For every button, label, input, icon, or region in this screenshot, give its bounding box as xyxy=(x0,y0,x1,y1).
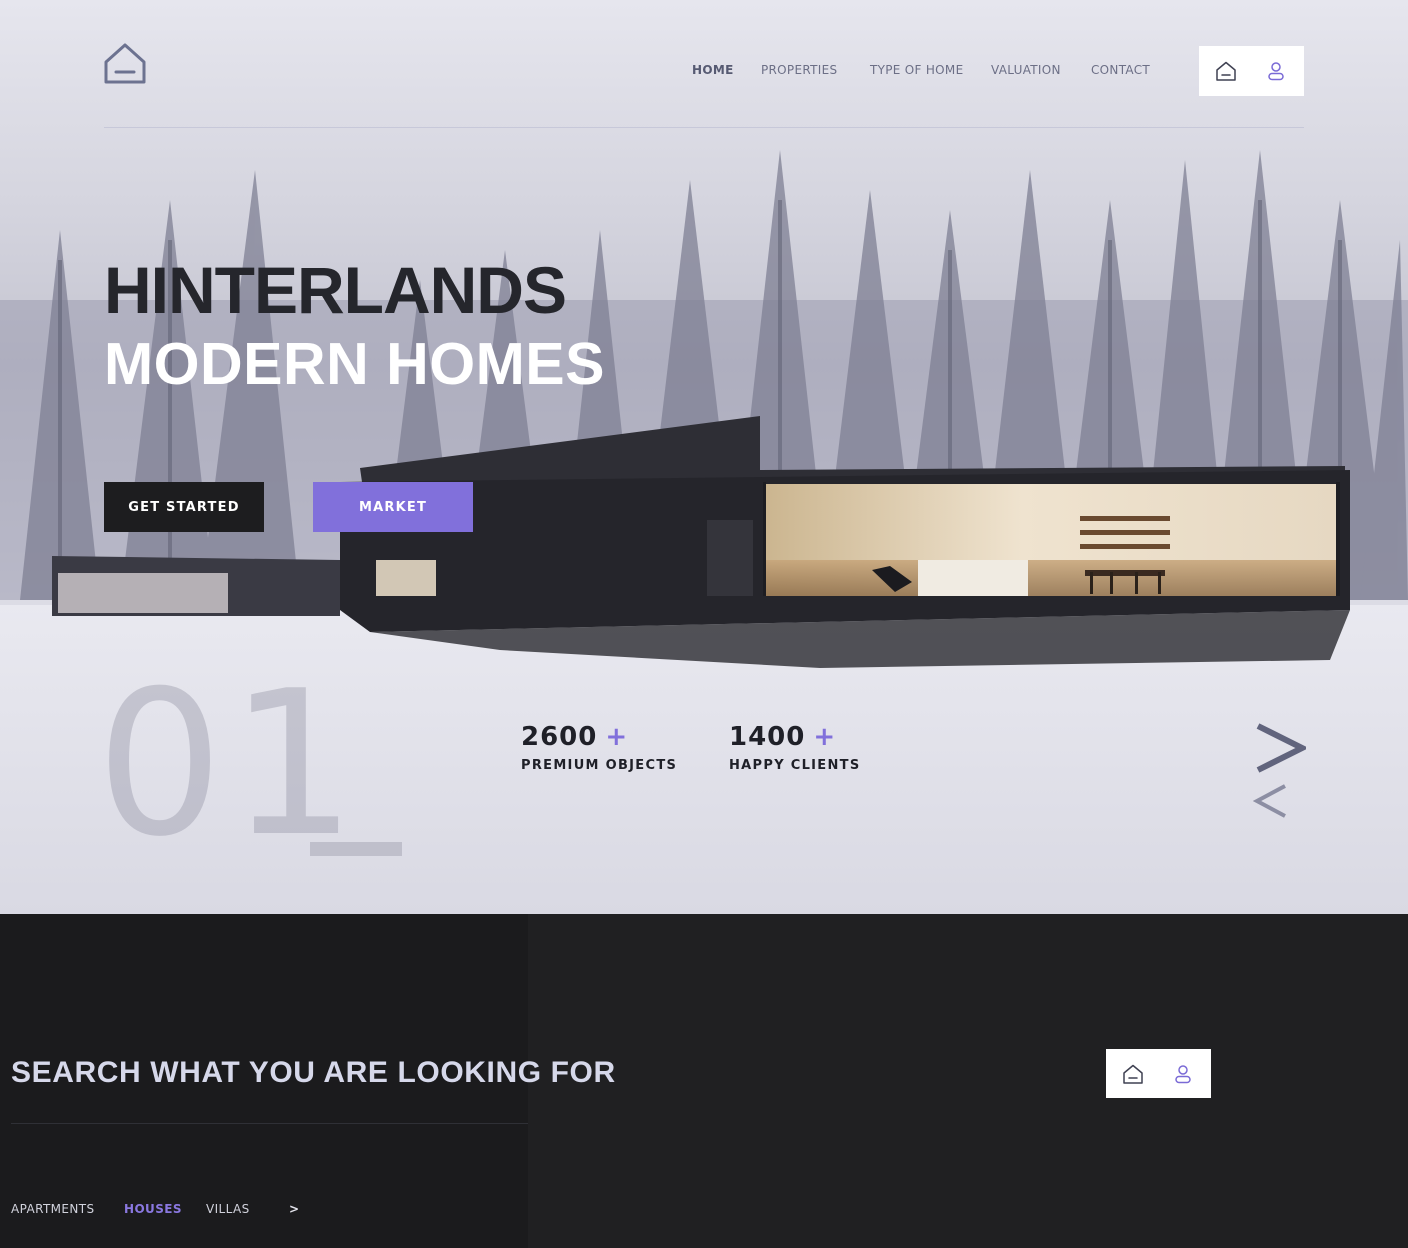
next-slide-arrow-icon[interactable] xyxy=(1254,720,1306,776)
header-icon-box xyxy=(1199,46,1304,96)
nav-type-of-home[interactable]: TYPE OF HOME xyxy=(870,63,963,77)
user-icon[interactable] xyxy=(1265,60,1287,82)
header-divider xyxy=(104,127,1304,128)
stat-label: HAPPY CLIENTS xyxy=(729,758,861,773)
search-title: SEARCH WHAT YOU ARE LOOKING FOR xyxy=(11,1056,616,1089)
stat-happy-clients: 1400 + HAPPY CLIENTS xyxy=(729,722,861,773)
home-icon[interactable] xyxy=(1122,1063,1144,1085)
hero-title-line-2: MODERN HOMES xyxy=(104,331,605,397)
stat-label: PREMIUM OBJECTS xyxy=(521,758,678,773)
nav-contact[interactable]: CONTACT xyxy=(1091,63,1150,77)
hero-section: HOME PROPERTIES TYPE OF HOME VALUATION C… xyxy=(0,0,1408,914)
hero-title-line-1: HINTERLANDS xyxy=(104,253,567,327)
small-house xyxy=(52,556,340,616)
nav-home[interactable]: HOME xyxy=(692,63,734,77)
market-button[interactable]: MARKET xyxy=(313,482,473,532)
plus-sign: + xyxy=(813,722,837,752)
search-section: SEARCH WHAT YOU ARE LOOKING FOR APARTMEN… xyxy=(0,914,1408,1248)
stat-value: 2600 + xyxy=(521,722,629,752)
category-next-arrow[interactable]: > xyxy=(289,1202,299,1216)
plus-sign: + xyxy=(605,722,629,752)
category-villas[interactable]: VILLAS xyxy=(206,1202,250,1216)
stat-premium-objects: 2600 + PREMIUM OBJECTS xyxy=(521,722,677,773)
home-icon[interactable] xyxy=(1215,60,1237,82)
category-apartments[interactable]: APARTMENTS xyxy=(11,1202,95,1216)
nav-properties[interactable]: PROPERTIES xyxy=(761,63,837,77)
prev-slide-arrow-icon[interactable] xyxy=(1253,782,1289,820)
stat-value: 1400 + xyxy=(729,722,837,752)
logo-home-icon[interactable] xyxy=(103,42,147,86)
search-divider xyxy=(11,1123,528,1124)
slide-number-underscore xyxy=(310,842,402,856)
user-icon[interactable] xyxy=(1172,1063,1194,1085)
get-started-button[interactable]: GET STARTED xyxy=(104,482,264,532)
category-houses[interactable]: HOUSES xyxy=(124,1202,182,1216)
search-icon-box xyxy=(1106,1049,1211,1098)
nav-valuation[interactable]: VALUATION xyxy=(991,63,1061,77)
slide-number: 01 xyxy=(96,648,363,881)
